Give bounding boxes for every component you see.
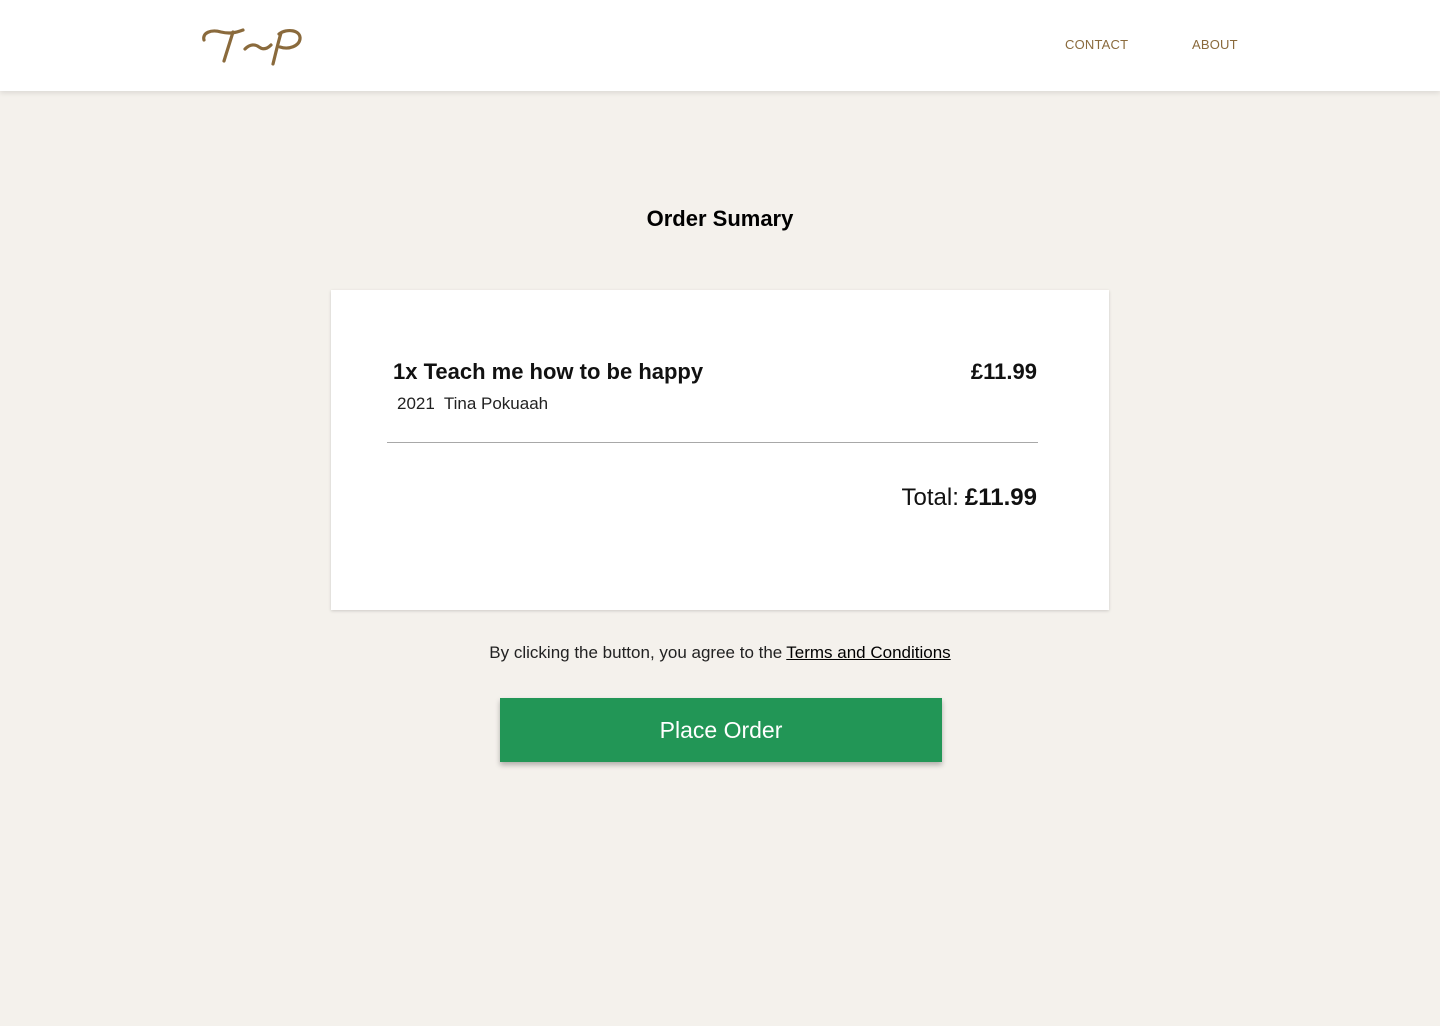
logo-link[interactable] xyxy=(199,24,305,66)
order-item-author: Tina Pokuaah xyxy=(443,394,549,413)
order-summary-card: 1x Teach me how to be happy £11.99 2021 T… xyxy=(331,290,1109,610)
tp-logo-icon xyxy=(202,28,302,66)
order-item-title: 1x Teach me how to be happy xyxy=(393,359,704,384)
order-item-meta: 2021 Tina Pokuaah xyxy=(397,394,548,414)
order-total: Total: £11.99 xyxy=(902,484,1037,512)
order-divider xyxy=(387,442,1038,443)
site-header: CONTACT ABOUT xyxy=(0,0,1440,91)
page-title: Order Sumary xyxy=(646,206,794,231)
order-total-value: £11.99 xyxy=(964,484,1037,511)
page: CONTACT ABOUT Order Sumary 1x Teach me h… xyxy=(0,0,1440,1026)
nav-about-link[interactable]: ABOUT xyxy=(1192,37,1238,52)
terms-notice: By clicking the button, you agree to the… xyxy=(0,643,1440,663)
terms-and-conditions-link[interactable]: Terms and Conditions xyxy=(786,643,950,662)
order-item-price: £11.99 xyxy=(970,359,1037,384)
terms-text: By clicking the button, you agree to the xyxy=(489,643,783,662)
order-total-label: Total: xyxy=(901,484,959,511)
place-order-button[interactable]: Place Order xyxy=(500,698,942,762)
nav-contact-link[interactable]: CONTACT xyxy=(1065,37,1128,52)
order-item-year: 2021 xyxy=(397,394,435,413)
